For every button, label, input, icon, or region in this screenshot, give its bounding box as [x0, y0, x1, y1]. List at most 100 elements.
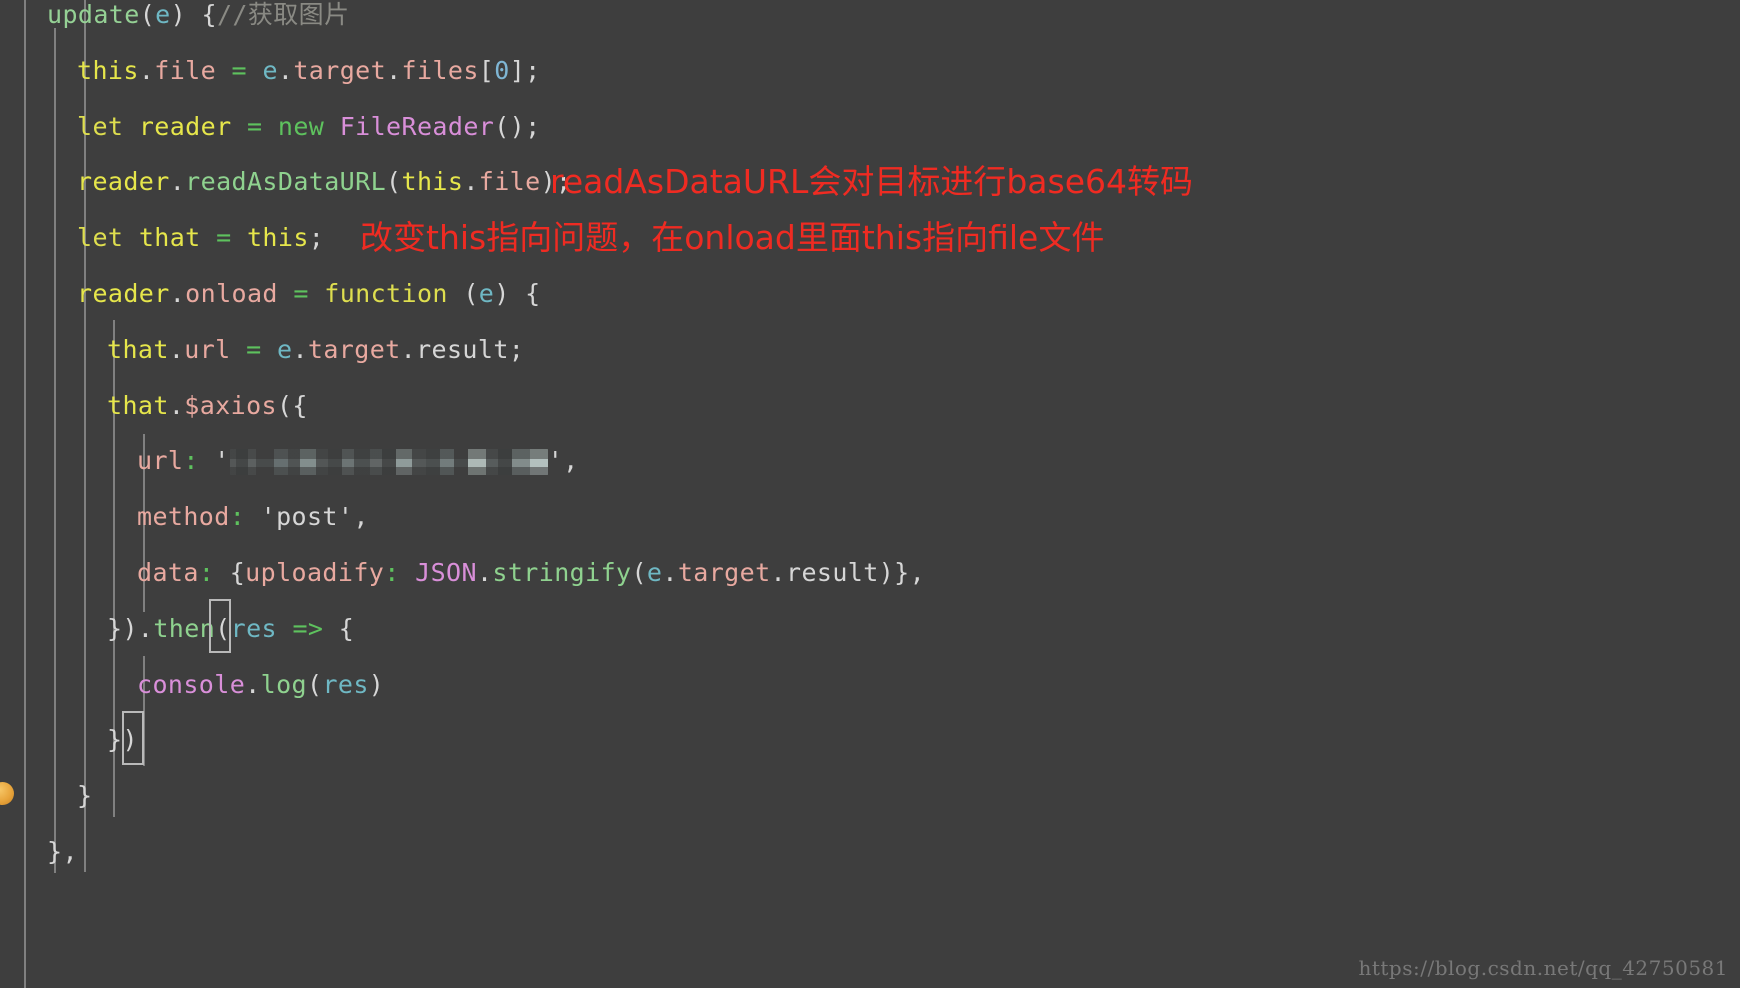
censored-url-value [229, 449, 548, 476]
code-token: res [230, 613, 277, 643]
code-token: reader [138, 111, 232, 141]
code-token: . [168, 390, 185, 420]
code-token: . [463, 167, 479, 197]
line-this-file: this.file = e.target.files[0]; [77, 56, 541, 86]
code-token: let [77, 223, 124, 253]
code-token: url [137, 446, 184, 476]
code-token: that [107, 390, 169, 420]
intention-bulb-icon[interactable] [0, 782, 14, 805]
code-token: new [277, 111, 325, 141]
code-token: { [186, 0, 217, 29]
code-token: target [677, 558, 771, 587]
annotation-this-pointer: 改变this指向问题，在onload里面this指向file文件 [360, 218, 1105, 257]
code-token: let [77, 111, 124, 141]
code-token: ( [386, 167, 402, 197]
code-token: function [324, 279, 448, 308]
code-token: this [401, 167, 464, 197]
code-token: e [646, 558, 663, 587]
line-axios: that.$axios({ [107, 391, 308, 421]
code-token: ) [368, 669, 385, 699]
code-token: { [214, 558, 246, 587]
code-token: ) [170, 0, 187, 29]
code-token: uploadify [245, 558, 385, 587]
code-token: . [169, 279, 186, 308]
code-token: = [246, 334, 262, 364]
code-token: [ [478, 55, 495, 85]
indent-guide [54, 28, 56, 873]
code-token: . [138, 55, 155, 85]
code-token: : [198, 558, 215, 587]
code-token: e [276, 334, 293, 364]
code-token: . [400, 334, 417, 364]
code-token: then [153, 613, 216, 643]
code-token: this [246, 223, 309, 253]
code-token: . [386, 55, 402, 85]
code-token: = [216, 223, 232, 253]
line-data: data: {uploadify: JSON.stringify(e.targe… [137, 558, 925, 588]
line-url: url: ' ', [137, 446, 579, 476]
code-token: => [292, 613, 324, 643]
code-token: } [77, 781, 93, 811]
code-token: JSON [415, 558, 477, 587]
line-onload: reader.onload = function (e) { [77, 279, 541, 309]
code-token: ) { [494, 279, 541, 308]
code-token: ' [198, 446, 230, 476]
code-token: target [307, 334, 401, 364]
code-token: ; [308, 223, 325, 253]
code-token: result [416, 334, 509, 364]
code-token: . [662, 558, 678, 587]
code-token: //获取图片 [216, 0, 350, 29]
code-token: . [292, 334, 308, 364]
code-token: ( [447, 279, 479, 308]
line-readasdataurl: reader.readAsDataURL(this.file); [77, 167, 571, 197]
code-token: (); [494, 111, 541, 141]
code-token: target [293, 55, 387, 85]
code-token: . [277, 55, 294, 85]
code-token: ; [508, 334, 525, 364]
indent-guide [24, 0, 26, 988]
code-token: . [245, 669, 261, 699]
code-token: onload [185, 279, 278, 308]
code-token: . [137, 613, 154, 643]
line-console: console.log(res) [137, 670, 384, 700]
code-editor[interactable]: update(e) {//获取图片 this.file = e.target.fi… [0, 0, 1740, 988]
code-token: = [293, 279, 309, 308]
code-token: log [260, 669, 307, 699]
code-token: ( [306, 669, 323, 699]
code-token: reader [77, 279, 170, 308]
code-token: res [322, 669, 369, 699]
bracket-open-paren [209, 599, 231, 653]
code-token: method [137, 502, 230, 532]
code-token: . [168, 334, 185, 364]
line-close-onload: } [77, 781, 92, 811]
watermark: https://blog.csdn.net/qq_42750581 [1358, 956, 1728, 980]
code-token: 0 [494, 55, 510, 85]
code-token: . [476, 558, 493, 587]
line-let-reader: let reader = new FileReader(); [77, 112, 541, 142]
code-token: : [183, 446, 199, 476]
code-token: e [478, 279, 495, 308]
code-token: this [77, 55, 139, 85]
code-token: reader [77, 167, 170, 197]
code-token: result [786, 558, 879, 587]
code-token: update [47, 0, 140, 29]
code-token: stringify [492, 558, 632, 587]
code-token: file [154, 55, 217, 85]
code-token: e [155, 0, 171, 29]
code-token: ( [139, 0, 156, 29]
code-token: { [323, 613, 355, 643]
line-close-update: }, [47, 837, 78, 867]
code-token: files [401, 55, 479, 85]
code-token: ( [631, 558, 647, 587]
code-token: . [770, 558, 786, 587]
